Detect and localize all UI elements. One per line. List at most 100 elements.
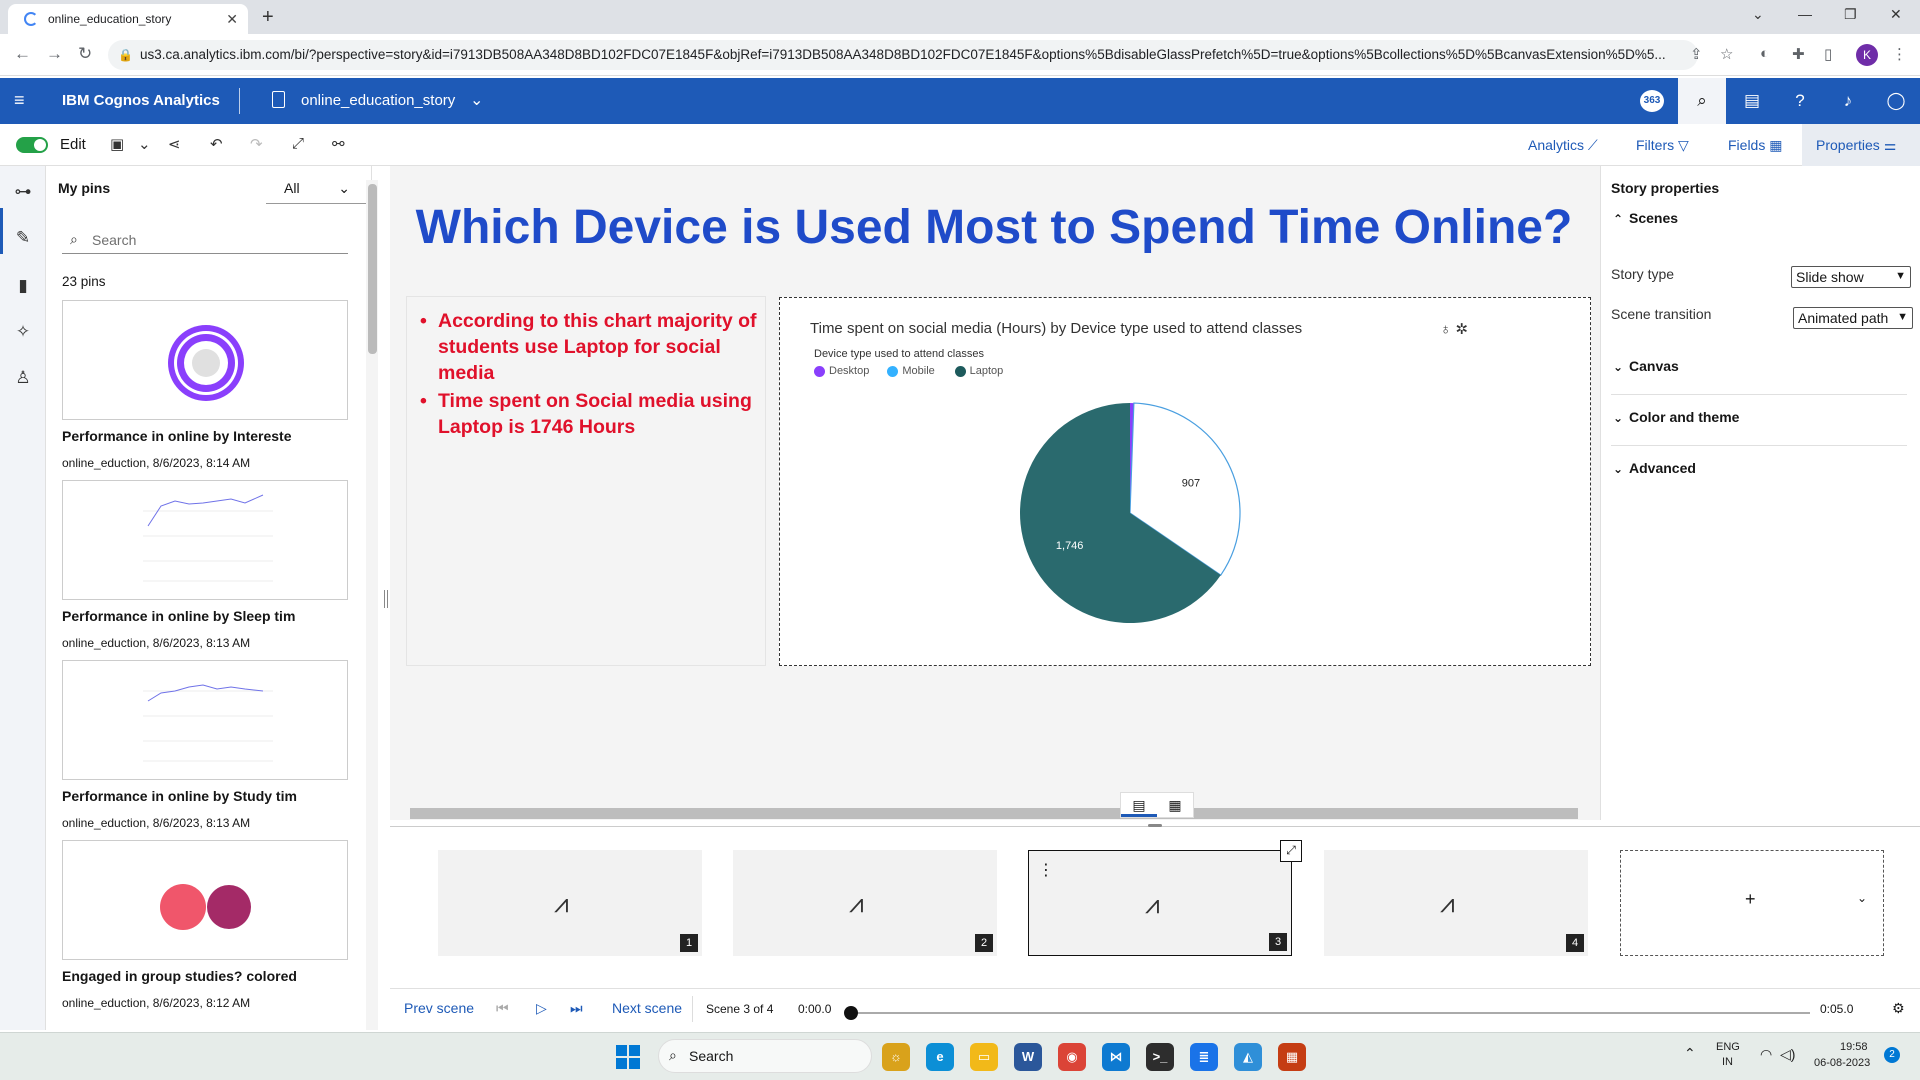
back-icon[interactable]: ← bbox=[14, 44, 31, 64]
chevron-down-icon[interactable]: ⌄ bbox=[470, 90, 483, 110]
extensions-puzzle-icon[interactable]: ✚ bbox=[1792, 45, 1805, 63]
help-icon[interactable]: ? bbox=[1776, 78, 1824, 124]
legend-item[interactable]: Mobile bbox=[887, 365, 935, 377]
scene-strip-drag-handle[interactable] bbox=[1148, 824, 1162, 827]
bookmark-star-icon[interactable]: ☆ bbox=[1720, 45, 1733, 63]
notepad-icon[interactable]: ≣ bbox=[1190, 1043, 1218, 1071]
panel-resize-handle[interactable] bbox=[384, 590, 388, 608]
analytics-button[interactable]: Analytics ⟋ bbox=[1528, 137, 1598, 154]
profile-avatar[interactable]: K bbox=[1856, 44, 1878, 66]
fields-button[interactable]: Fields ▦ bbox=[1728, 137, 1782, 154]
save-icon[interactable]: ▣ bbox=[110, 135, 124, 153]
scene-card[interactable]: ⩘ 2 bbox=[733, 850, 997, 956]
pin-title[interactable]: Performance in online by Sleep tim bbox=[62, 608, 352, 624]
legend-item[interactable]: Desktop bbox=[814, 365, 869, 377]
photos-icon[interactable]: ◭ bbox=[1234, 1043, 1262, 1071]
story-type-select[interactable]: Slide show ▼ bbox=[1791, 266, 1911, 288]
notification-bell-icon[interactable]: ♪ bbox=[1824, 78, 1872, 124]
forward-icon[interactable]: → bbox=[46, 44, 63, 64]
url-field[interactable]: 🔒 us3.ca.analytics.ibm.com/bi/?perspecti… bbox=[108, 40, 1698, 70]
chart-widget[interactable]: Time spent on social media (Hours) by De… bbox=[779, 297, 1591, 666]
scenes-section-toggle[interactable]: ⌃ Scenes bbox=[1613, 210, 1678, 226]
navigation-path-icon[interactable]: ⚯ bbox=[332, 135, 345, 153]
vscode-icon[interactable]: ⋈ bbox=[1102, 1043, 1130, 1071]
play-icon[interactable]: ▷ bbox=[536, 1000, 547, 1017]
story-name[interactable]: online_education_story bbox=[301, 92, 455, 109]
save-dropdown-icon[interactable]: ⌄ bbox=[138, 135, 151, 153]
data-tree-icon[interactable]: ⊶ bbox=[12, 182, 34, 204]
clock-time[interactable]: 19:58 bbox=[1840, 1041, 1868, 1053]
notification-count[interactable]: 2 bbox=[1884, 1047, 1900, 1063]
color-theme-section-toggle[interactable]: ⌄ Color and theme bbox=[1613, 409, 1739, 425]
scene-card[interactable]: ⩘ 1 bbox=[438, 850, 702, 956]
filters-button[interactable]: Filters ▽ bbox=[1636, 137, 1689, 154]
scene-card[interactable]: ⩘ 4 bbox=[1324, 850, 1588, 956]
pin-title[interactable]: Performance in online by Intereste bbox=[62, 428, 352, 444]
extension-shield-icon[interactable]: ◐ bbox=[1760, 45, 1769, 62]
settings-icon[interactable]: ⚙ bbox=[1892, 1000, 1905, 1017]
add-scene-button[interactable]: + ⌄ bbox=[1620, 850, 1884, 956]
show-hidden-icons[interactable]: ⌃ bbox=[1684, 1045, 1696, 1062]
more-menu-icon[interactable]: ⋮ bbox=[1892, 45, 1907, 63]
lightbulb-icon[interactable]: ♁ bbox=[1440, 321, 1451, 338]
widgets-icon[interactable]: ✧ bbox=[12, 322, 34, 344]
redo-icon[interactable]: ↷ bbox=[250, 135, 263, 153]
windows-start-icon[interactable] bbox=[616, 1045, 640, 1069]
undo-icon[interactable]: ↶ bbox=[210, 135, 223, 153]
pin-thumbnail[interactable] bbox=[62, 660, 348, 780]
pin-title[interactable]: Performance in online by Study tim bbox=[62, 788, 352, 804]
header-badge[interactable]: 363 bbox=[1640, 90, 1664, 112]
user-icon[interactable]: ◯ bbox=[1872, 78, 1920, 124]
pins-search-input[interactable]: ⌕ Search bbox=[62, 228, 348, 254]
reload-icon[interactable]: ↻ bbox=[78, 44, 92, 64]
edit-toggle[interactable] bbox=[16, 137, 48, 153]
share-icon[interactable]: ⋖ bbox=[168, 135, 181, 153]
close-window-button[interactable]: ✕ bbox=[1890, 6, 1902, 23]
file-explorer-icon[interactable]: ▭ bbox=[970, 1043, 998, 1071]
edge-icon[interactable]: e bbox=[926, 1043, 954, 1071]
lang-line2[interactable]: IN bbox=[1722, 1056, 1733, 1068]
search-icon[interactable]: ⌕ bbox=[1678, 78, 1726, 124]
calendar-app-icon[interactable]: ▦ bbox=[1278, 1043, 1306, 1071]
pin-thumbnail[interactable] bbox=[62, 480, 348, 600]
word-icon[interactable]: W bbox=[1014, 1043, 1042, 1071]
visualizations-icon[interactable]: ▮ bbox=[12, 276, 34, 298]
pin-thumbnail[interactable] bbox=[62, 300, 348, 420]
scene-menu-icon[interactable]: ⋮ bbox=[1038, 860, 1054, 880]
taskbar-search[interactable]: ⌕ Search bbox=[658, 1039, 872, 1073]
browser-tab[interactable]: online_education_story ✕ bbox=[8, 4, 248, 34]
tab-search-icon[interactable]: ⌄ bbox=[1752, 6, 1764, 23]
skip-forward-icon[interactable]: ⏭ bbox=[570, 1000, 583, 1017]
chevron-down-icon[interactable]: ⌄ bbox=[1857, 891, 1867, 905]
widgets-app-icon[interactable]: ☼ bbox=[882, 1043, 910, 1071]
scene-transition-select[interactable]: Animated path ▼ bbox=[1793, 307, 1913, 329]
settings-icon[interactable]: ✲ bbox=[1455, 321, 1468, 338]
canvas-section-toggle[interactable]: ⌄ Canvas bbox=[1613, 358, 1679, 374]
timeline-knob[interactable] bbox=[844, 1006, 858, 1020]
chrome-icon[interactable]: ◉ bbox=[1058, 1043, 1086, 1071]
pin-thumbnail[interactable] bbox=[62, 840, 348, 960]
maximize-button[interactable]: ❐ bbox=[1844, 6, 1857, 23]
legend-item[interactable]: Laptop bbox=[954, 365, 1003, 377]
new-tab-button[interactable]: + bbox=[262, 6, 274, 29]
canvas-hscroll-thumb[interactable] bbox=[410, 808, 1578, 819]
fullscreen-icon[interactable]: ⤢ bbox=[292, 135, 304, 152]
lang-line1[interactable]: ENG bbox=[1716, 1041, 1740, 1053]
slide-title[interactable]: Which Device is Used Most to Spend Time … bbox=[404, 200, 1584, 255]
pins-filter-select[interactable]: All ⌄ bbox=[266, 174, 366, 204]
hamburger-menu-icon[interactable]: ≡ bbox=[14, 90, 25, 111]
close-tab-icon[interactable]: ✕ bbox=[226, 11, 238, 28]
timeline-track[interactable] bbox=[850, 1012, 1810, 1014]
skip-back-icon[interactable]: ⏮ bbox=[496, 1000, 509, 1017]
outline-view-icon[interactable]: ▤ bbox=[1121, 793, 1157, 817]
prev-scene-button[interactable]: Prev scene bbox=[404, 1000, 474, 1016]
grid-view-icon[interactable]: ▦ bbox=[1157, 793, 1193, 817]
assistant-icon[interactable]: ♙ bbox=[12, 368, 34, 390]
sidepanel-icon[interactable]: ▯ bbox=[1824, 45, 1832, 63]
pin-title[interactable]: Engaged in group studies? colored bbox=[62, 968, 352, 984]
pin-icon[interactable]: ✎ bbox=[12, 228, 34, 250]
chat-icon[interactable]: ▤ bbox=[1728, 78, 1776, 124]
advanced-section-toggle[interactable]: ⌄ Advanced bbox=[1613, 460, 1696, 476]
next-scene-button[interactable]: Next scene bbox=[612, 1000, 682, 1016]
properties-button[interactable]: Properties ⚌ bbox=[1816, 137, 1896, 154]
